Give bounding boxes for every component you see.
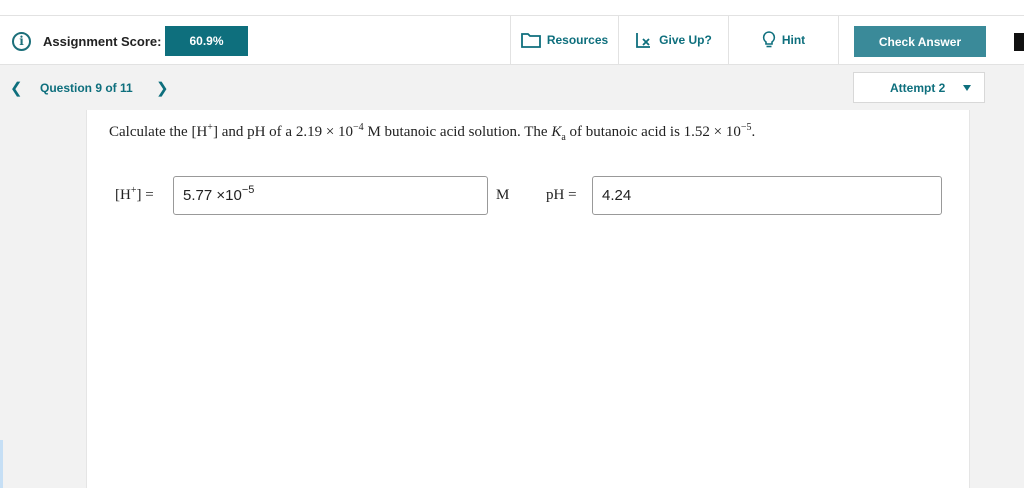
attempt-dropdown[interactable]: Attempt 2 bbox=[853, 72, 985, 103]
give-up-button[interactable]: Give Up? bbox=[618, 16, 728, 64]
give-up-label: Give Up? bbox=[659, 33, 712, 47]
next-question-icon[interactable]: ❯ bbox=[156, 79, 169, 97]
ph-label: pH = bbox=[546, 187, 577, 203]
toolbar-divider bbox=[838, 16, 839, 64]
resources-button[interactable]: Resources bbox=[510, 16, 618, 64]
hint-label: Hint bbox=[781, 33, 806, 47]
info-icon[interactable]: i bbox=[12, 31, 31, 51]
check-answer-button[interactable]: Check Answer bbox=[854, 26, 986, 57]
h-ion-input[interactable]: 5.77 ×10 −5 bbox=[173, 176, 488, 215]
question-card: Calculate the [H+] and pH of a 2.19 × 10… bbox=[86, 110, 970, 488]
top-strip bbox=[0, 0, 1024, 15]
question-nav: ❮ Question 9 of 11 ❯ Attempt 2 bbox=[0, 65, 1024, 110]
side-accent bbox=[0, 440, 3, 488]
hint-button[interactable]: Hint bbox=[728, 16, 838, 64]
h-ion-label: [H+] = bbox=[115, 185, 154, 203]
score-label: Assignment Score: bbox=[43, 33, 162, 49]
chevron-down-icon bbox=[963, 85, 971, 91]
attempt-label: Attempt 2 bbox=[890, 80, 946, 95]
assignment-toolbar: i Assignment Score: 60.9% Resources Give… bbox=[0, 15, 1024, 65]
ph-input[interactable]: 4.24 bbox=[592, 176, 942, 215]
expand-icon[interactable] bbox=[1014, 33, 1024, 51]
folder-icon bbox=[520, 33, 541, 48]
score-badge: 60.9% bbox=[165, 26, 248, 56]
prev-question-icon[interactable]: ❮ bbox=[10, 79, 23, 97]
resources-label: Resources bbox=[546, 33, 609, 47]
h-ion-unit: M bbox=[496, 187, 510, 203]
question-counter[interactable]: Question 9 of 11 bbox=[40, 81, 133, 95]
question-text: Calculate the [H+] and pH of a 2.19 × 10… bbox=[109, 122, 756, 143]
assignment-score: i Assignment Score: bbox=[12, 26, 161, 56]
h-ion-symbol: [H+] bbox=[191, 122, 218, 140]
give-up-icon bbox=[636, 32, 651, 48]
lightbulb-icon bbox=[762, 31, 775, 48]
answer-row: [H+] = 5.77 ×10 −5 M pH = 4.24 bbox=[87, 176, 971, 216]
